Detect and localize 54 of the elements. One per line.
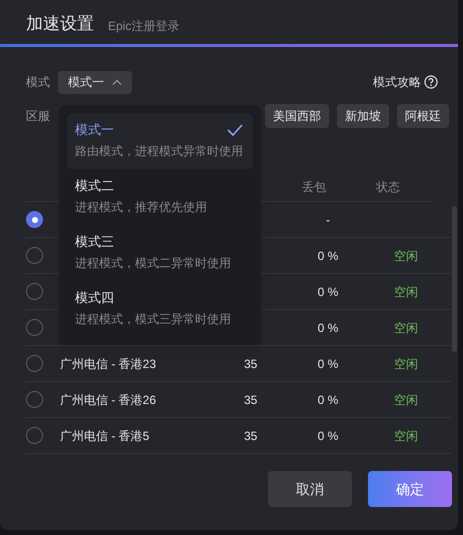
status-text: 空闲 [394,320,418,336]
mode-option[interactable]: 模式一 路由模式，进程模式异常时使用 [67,113,253,169]
mode-option[interactable]: 模式三 进程模式，模式二异常时使用 [67,225,253,281]
status-text: 空闲 [394,392,418,408]
radio-button[interactable] [26,355,43,372]
mode-dropdown[interactable]: 模式一 [58,70,132,94]
mode-option-description: 进程模式，模式二异常时使用 [75,256,232,270]
region-chip[interactable]: 阿根廷 [397,104,449,128]
latency-value: 35 [244,428,258,442]
radio-button[interactable] [26,427,43,444]
scrollbar-thumb[interactable] [452,206,457,352]
dialog-subtitle: Epic注册登录 [108,20,180,32]
column-header: 丢包 [302,178,326,196]
confirm-button[interactable]: 确定 [368,471,452,507]
status-text: 空闲 [394,428,418,444]
radio-button[interactable] [26,319,43,336]
mode-guide-link[interactable]: 模式攻略 [373,73,421,91]
server-name: 广州电信 - 香港23 [60,356,156,370]
packet-loss-value: 0 % [318,284,338,300]
mode-option-title: 模式二 [75,178,114,194]
mode-option-description: 进程模式，推荐优先使用 [75,200,208,214]
packet-loss-value: 0 % [318,356,338,372]
mode-option[interactable]: 模式四 进程模式，模式三异常时使用 [67,281,253,337]
status-text: 空闲 [394,248,418,264]
latency-value: 35 [244,356,258,370]
check-icon [227,124,243,136]
region-chip[interactable]: 新加坡 [337,104,389,128]
radio-button[interactable] [26,211,43,228]
server-name: 广州电信 - 香港26 [60,392,156,406]
latency-value: 35 [244,392,258,406]
mode-option-title: 模式三 [75,234,114,250]
cancel-button[interactable]: 取消 [268,471,352,507]
packet-loss-value: 0 % [318,392,338,408]
packet-loss-value: 0 % [318,248,338,264]
region-label: 区服 [26,108,50,125]
region-chip[interactable]: 美国西部 [265,104,329,128]
packet-loss-value: 0 % [318,320,338,336]
mode-option-description: 路由模式，进程模式异常时使用 [75,144,244,158]
radio-button[interactable] [26,247,43,264]
mode-option-description: 进程模式，模式三异常时使用 [75,312,232,326]
radio-button[interactable] [26,391,43,408]
server-name: 广州电信 - 香港5 [60,428,150,442]
packet-loss-value: 0 % [318,428,338,444]
packet-loss-value: - [326,212,330,228]
mode-label: 模式 [26,74,50,91]
mode-option-title: 模式一 [75,122,114,138]
column-header: 状态 [376,178,400,196]
help-icon[interactable] [424,75,438,89]
dialog-title: 加速设置 [26,15,94,32]
radio-button[interactable] [26,283,43,300]
status-text: 空闲 [394,284,418,300]
mode-option-title: 模式四 [75,290,114,306]
mode-option[interactable]: 模式二 进程模式，推荐优先使用 [67,169,253,225]
status-text: 空闲 [394,356,418,372]
